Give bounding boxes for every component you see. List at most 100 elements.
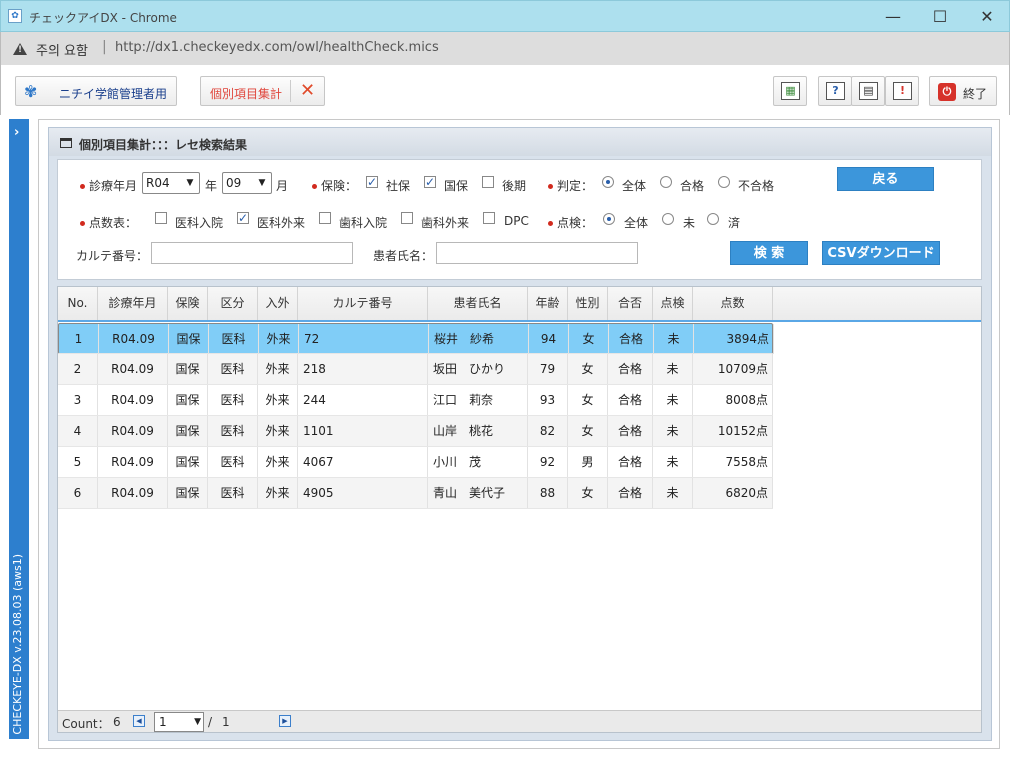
column-header-patient-name[interactable]: 患者氏名 bbox=[428, 287, 528, 320]
exit-button[interactable]: ⏻ 終了 bbox=[929, 76, 997, 106]
close-tab-icon[interactable]: ✕ bbox=[300, 80, 315, 101]
cell-chart-number: 4067 bbox=[298, 447, 428, 477]
cell-age: 93 bbox=[528, 385, 568, 415]
judgement-fail-radio[interactable] bbox=[718, 176, 730, 188]
cell-month: R04.09 bbox=[98, 385, 168, 415]
organization-button[interactable]: ✾ ニチイ学館管理者用 bbox=[15, 76, 177, 106]
table-row[interactable]: 5 R04.09 国保 医科 外来 4067 小川 茂 92 男合格未 7558点 bbox=[58, 447, 773, 478]
patient-name-input[interactable] bbox=[436, 242, 638, 264]
next-page-icon[interactable]: ▶ bbox=[279, 715, 291, 727]
check-all-radio[interactable] bbox=[603, 213, 615, 225]
dental-outpatient-label: 歯科外来 bbox=[421, 216, 470, 230]
cell-insurance: 国保 bbox=[168, 416, 208, 446]
cell-in-out: 外来 bbox=[258, 385, 298, 415]
column-header-in-out[interactable]: 入外 bbox=[258, 287, 298, 320]
judgement-pass-radio[interactable] bbox=[660, 176, 672, 188]
previous-page-icon[interactable]: ◀ bbox=[133, 715, 145, 727]
insurance-kouki-checkbox[interactable] bbox=[482, 176, 494, 188]
power-icon: ⏻ bbox=[938, 83, 956, 101]
search-button[interactable]: 検 索 bbox=[730, 241, 808, 265]
check-done-label: 済 bbox=[728, 216, 741, 230]
organization-label: ニチイ学館管理者用 bbox=[59, 87, 168, 101]
page-select[interactable]: 1 ▼ bbox=[154, 712, 204, 732]
back-button[interactable]: 戻る bbox=[837, 167, 934, 191]
column-header-insurance[interactable]: 保険 bbox=[168, 287, 208, 320]
layout-button[interactable]: ▦ bbox=[773, 76, 807, 106]
judgement-all-radio[interactable] bbox=[602, 176, 614, 188]
table-row[interactable]: 2 R04.09 国保 医科 外来 218 坂田 ひかり 79 女合格未 10709点 bbox=[58, 354, 773, 385]
chart-number-label: カルテ番号： bbox=[76, 249, 149, 263]
column-header-chart-number[interactable]: カルテ番号 bbox=[298, 287, 428, 320]
cell-patient-name: 坂田 ひかり bbox=[428, 354, 528, 384]
cell-pass-fail: 合格 bbox=[608, 416, 653, 446]
chart-number-input[interactable] bbox=[151, 242, 353, 264]
required-dot bbox=[80, 184, 85, 189]
address-bar[interactable]: 주의 요함 | http://dx1.checkeyedx.com/owl/he… bbox=[0, 32, 1010, 65]
tab-label: 個別項目集計 bbox=[210, 87, 283, 101]
month-select[interactable]: 09 ▼ bbox=[222, 172, 272, 194]
column-header-sex[interactable]: 性別 bbox=[568, 287, 608, 320]
table-row[interactable]: 4 R04.09 国保 医科 外来 1101 山岸 桃花 82 女合格未 10152点 bbox=[58, 416, 773, 447]
cell-no: 3 bbox=[58, 385, 98, 415]
dental-inpatient-checkbox[interactable] bbox=[319, 212, 331, 224]
notice-button[interactable]: ! bbox=[885, 76, 919, 106]
medical-inpatient-checkbox[interactable] bbox=[155, 212, 167, 224]
csv-download-button[interactable]: CSVダウンロード bbox=[822, 241, 940, 265]
dpc-label: DPC bbox=[504, 214, 529, 228]
window-title: チェックアイDX - Chrome bbox=[29, 11, 177, 25]
panel-header: 個別項目集計：：：レセ検索結果 bbox=[49, 128, 991, 156]
help-icon: ? bbox=[826, 82, 845, 100]
medical-outpatient-checkbox[interactable]: ✓ bbox=[237, 212, 249, 224]
cell-points: 10152点 bbox=[693, 416, 773, 446]
flower-logo-icon: ✾ bbox=[24, 82, 38, 101]
tab-individual-item-summary[interactable]: 個別項目集計 ✕ bbox=[200, 76, 325, 106]
results-table: No. 診療年月 保険 区分 入外 カルテ番号 患者氏名 年齢 性別 合否 点検… bbox=[57, 286, 982, 733]
check-done-radio[interactable] bbox=[707, 213, 719, 225]
column-header-month[interactable]: 診療年月 bbox=[98, 287, 168, 320]
column-header-pass-fail[interactable]: 合否 bbox=[608, 287, 653, 320]
cell-patient-name: 山岸 桃花 bbox=[428, 416, 528, 446]
cell-check: 未 bbox=[654, 324, 694, 354]
cell-chart-number: 1101 bbox=[298, 416, 428, 446]
insurance-shaho-checkbox[interactable]: ✓ bbox=[366, 176, 378, 188]
cell-age: 94 bbox=[529, 324, 569, 354]
table-row[interactable]: 1 R04.09 国保 医科 外来 72 桜井 紗希 94 女合格未 3894点 bbox=[58, 323, 774, 354]
insurance-kokuho-checkbox[interactable]: ✓ bbox=[424, 176, 436, 188]
alert-icon: ! bbox=[893, 82, 912, 100]
column-header-check[interactable]: 点検 bbox=[653, 287, 693, 320]
column-header-points[interactable]: 点数 bbox=[693, 287, 773, 320]
insurance-label: 保険： bbox=[312, 177, 357, 194]
cell-in-out: 外来 bbox=[258, 447, 298, 477]
column-header-age[interactable]: 年齢 bbox=[528, 287, 568, 320]
help-button[interactable]: ? bbox=[818, 76, 852, 106]
close-window-button[interactable]: ✕ bbox=[964, 4, 1010, 30]
check-unchecked-radio[interactable] bbox=[662, 213, 674, 225]
column-header-no[interactable]: No. bbox=[58, 287, 98, 320]
column-header-category[interactable]: 区分 bbox=[208, 287, 258, 320]
warning-icon bbox=[13, 43, 27, 55]
year-select[interactable]: R04 ▼ bbox=[142, 172, 200, 194]
cell-insurance: 国保 bbox=[169, 324, 209, 354]
cell-pass-fail: 合格 bbox=[608, 385, 653, 415]
dental-outpatient-checkbox[interactable] bbox=[401, 212, 413, 224]
minimize-button[interactable]: — bbox=[870, 4, 916, 30]
cell-in-out: 外来 bbox=[259, 324, 299, 354]
side-menu-toggle-bar[interactable]: › CHECKEYE-DX v.23.08.03 (aws1) bbox=[9, 119, 29, 739]
judgement-label: 判定： bbox=[548, 177, 593, 194]
security-warning-label: 주의 요함 bbox=[36, 44, 88, 59]
maximize-button[interactable]: ☐ bbox=[917, 4, 963, 30]
chevron-right-icon[interactable]: › bbox=[14, 125, 19, 140]
dental-inpatient-label: 歯科入院 bbox=[339, 216, 388, 230]
print-button[interactable]: ▤ bbox=[851, 76, 885, 106]
app-icon: ✿ bbox=[8, 9, 22, 23]
insurance-kouki-label: 後期 bbox=[502, 179, 527, 193]
cell-pass-fail: 合格 bbox=[608, 354, 653, 384]
cell-month: R04.09 bbox=[98, 447, 168, 477]
url-text[interactable]: http://dx1.checkeyedx.com/owl/healthChec… bbox=[115, 40, 439, 55]
cell-points: 8008点 bbox=[693, 385, 773, 415]
table-row[interactable]: 6 R04.09 国保 医科 外来 4905 青山 美代子 88 女合格未 6820点 bbox=[58, 478, 773, 509]
table-row[interactable]: 3 R04.09 国保 医科 外来 244 江口 莉奈 93 女合格未 8008点 bbox=[58, 385, 773, 416]
dpc-checkbox[interactable] bbox=[483, 212, 495, 224]
exit-label: 終了 bbox=[963, 87, 988, 101]
cell-category: 医科 bbox=[208, 385, 258, 415]
